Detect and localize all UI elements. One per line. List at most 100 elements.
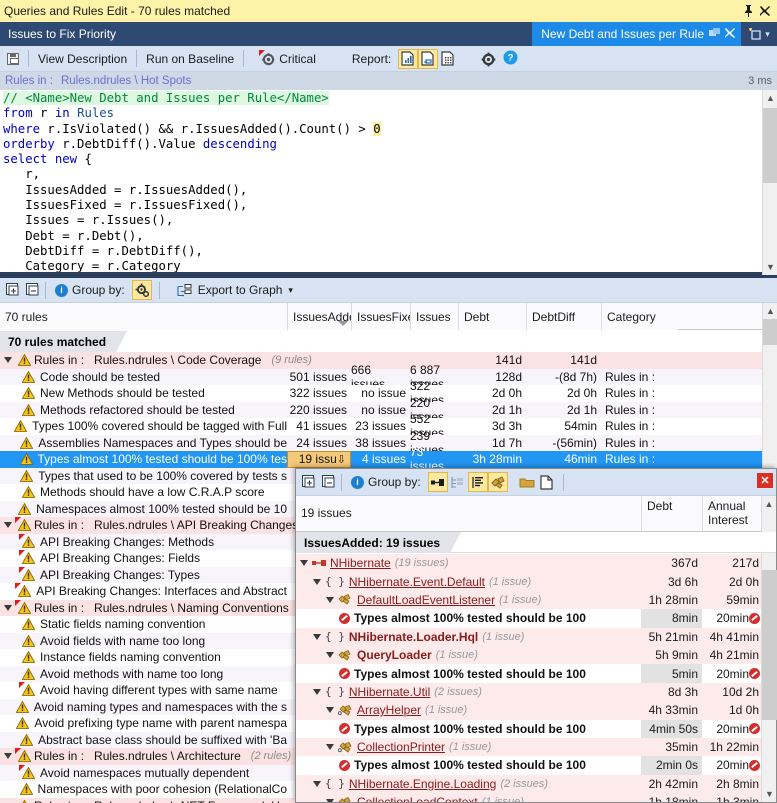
- tab-new-debt-and-issues-per-rule[interactable]: New Debt and Issues per Rule: [532, 22, 741, 46]
- run-on-baseline-button[interactable]: Run on Baseline: [139, 48, 241, 70]
- expander-icon[interactable]: [326, 799, 334, 802]
- issues-tree-row[interactable]: { }NHibernate.Loader.Hql(1 issue)5h 21mi…: [296, 628, 761, 646]
- close-icon[interactable]: ✕: [757, 473, 773, 488]
- scrollbar-thumb[interactable]: [763, 108, 777, 183]
- issue-name[interactable]: NHibernate.Loader.Hql: [349, 630, 478, 644]
- scroll-down-icon[interactable]: ▼: [763, 259, 777, 275]
- view-description-button[interactable]: View Description: [31, 48, 134, 70]
- tab-issues-to-fix-priority[interactable]: Issues to Fix Priority: [0, 22, 124, 46]
- chevron-down-icon[interactable]: ▾: [288, 285, 293, 296]
- new-tab-group-button[interactable]: ▾: [741, 22, 777, 46]
- breadcrumb-path[interactable]: Rules.ndrules \ Hot Spots: [53, 75, 191, 87]
- expander-icon[interactable]: [313, 579, 321, 585]
- issues-tree-row[interactable]: NHibernate(19 issues)367d217d: [296, 554, 761, 572]
- expander-icon[interactable]: [313, 689, 321, 695]
- breadcrumb-prefix[interactable]: Rules in :: [5, 75, 53, 87]
- issues-tree-row[interactable]: QueryLoader(1 issue)5h 9min4h 21min: [296, 646, 761, 664]
- group-by-method-icon[interactable]: [488, 472, 508, 492]
- expander-icon[interactable]: [326, 707, 334, 713]
- scrollbar-thumb[interactable]: [763, 319, 777, 345]
- issues-tree-row[interactable]: CollectionLoadContext(1 issue)1h 18min1h…: [296, 793, 761, 802]
- expander-icon[interactable]: [4, 357, 12, 363]
- help-button[interactable]: ?: [501, 48, 525, 70]
- group-by-type-icon[interactable]: [468, 472, 488, 492]
- close-icon[interactable]: [757, 3, 773, 19]
- rule-row[interactable]: New Methods should be tested322 issuesno…: [0, 385, 762, 402]
- issues-col-header-annual[interactable]: Annual Interest: [702, 496, 763, 532]
- issues-col-header-debt[interactable]: Debt: [641, 496, 702, 532]
- code-text[interactable]: // <Name>New Debt and Issues per Rule</N…: [0, 90, 777, 275]
- scrollbar-thumb[interactable]: [762, 570, 777, 720]
- issues-col-header-count[interactable]: 19 issues: [296, 496, 641, 532]
- issues-tree-row[interactable]: CollectionPrinter(1 issue)35min1h 22min: [296, 738, 761, 756]
- rule-row[interactable]: Code should be tested501 issues666 issue…: [0, 369, 762, 386]
- export-to-graph-button[interactable]: Export to Graph ▾: [170, 279, 300, 301]
- expander-icon[interactable]: [313, 781, 321, 787]
- issues-tree-row[interactable]: { }NHibernate.Util(2 issues)8d 3h10d 2h: [296, 683, 761, 701]
- issue-name[interactable]: CollectionLoadContext: [357, 795, 478, 802]
- settings-button[interactable]: [474, 48, 501, 70]
- group-by-assembly-icon[interactable]: [428, 472, 448, 492]
- chevron-down-icon[interactable]: ▾: [765, 29, 770, 40]
- issue-row[interactable]: Types almost 100% tested should be 1002m…: [296, 756, 761, 774]
- critical-button[interactable]: Critical: [254, 48, 323, 70]
- expander-icon[interactable]: [300, 560, 308, 566]
- issue-row[interactable]: Types almost 100% tested should be 1005m…: [296, 664, 761, 682]
- rule-row[interactable]: Assemblies Namespaces and Types should b…: [0, 435, 762, 452]
- editor-scrollbar[interactable]: ▲ ▼: [762, 90, 777, 275]
- save-button[interactable]: [0, 48, 26, 70]
- grid-col-header-issues[interactable]: Issues: [410, 303, 458, 330]
- tab-close-icon[interactable]: [725, 28, 735, 41]
- pin-icon[interactable]: [741, 3, 757, 19]
- scroll-down-icon[interactable]: ▼: [762, 786, 777, 802]
- issue-row[interactable]: Types almost 100% tested should be 1004m…: [296, 720, 761, 738]
- grid-col-header-debt[interactable]: Debt: [458, 303, 526, 330]
- expander-icon[interactable]: [326, 744, 334, 750]
- issue-name[interactable]: CollectionPrinter: [357, 740, 445, 754]
- issues-tree-row[interactable]: ArrayHelper(1 issue)4h 33min1d 0h: [296, 701, 761, 719]
- code-editor[interactable]: // <Name>New Debt and Issues per Rule</N…: [0, 90, 777, 275]
- grid-col-header-category[interactable]: Category: [601, 303, 678, 330]
- expander-icon[interactable]: [4, 605, 12, 611]
- issues-tree-row[interactable]: DefaultLoadEventListener(1 issue)1h 28mi…: [296, 591, 761, 609]
- issue-name[interactable]: ArrayHelper: [357, 703, 421, 717]
- grid-col-header-issuesadded[interactable]: IssuesAdded: [287, 303, 351, 330]
- report-chart-icon[interactable]: [398, 49, 418, 69]
- scroll-up-icon[interactable]: ▲: [763, 90, 777, 106]
- rule-row[interactable]: Methods refactored should be tested220 i…: [0, 402, 762, 419]
- issue-name[interactable]: QueryLoader: [357, 648, 432, 662]
- expander-icon[interactable]: [313, 634, 321, 640]
- issues-tree-row[interactable]: { }NHibernate.Engine.Loading(2 issues)2h…: [296, 775, 761, 793]
- grid-col-header-debtdiff[interactable]: DebtDiff: [526, 303, 601, 330]
- issue-row[interactable]: Types almost 100% tested should be 1008m…: [296, 609, 761, 627]
- issues-tree-row[interactable]: { }NHibernate.Event.Default(1 issue)3d 6…: [296, 572, 761, 590]
- issues-scrollbar[interactable]: ▼: [761, 554, 776, 802]
- undock-icon[interactable]: [709, 28, 720, 41]
- rule-row[interactable]: Types 100% covered should be tagged with…: [0, 418, 762, 435]
- issue-name[interactable]: DefaultLoadEventListener: [357, 593, 495, 607]
- folder-icon[interactable]: [517, 472, 537, 492]
- expander-icon[interactable]: [4, 753, 12, 759]
- issue-name[interactable]: NHibernate: [330, 556, 391, 570]
- collapse-all-icon[interactable]: [23, 280, 43, 300]
- info-icon[interactable]: i: [55, 284, 68, 297]
- report-grid-icon[interactable]: [438, 49, 458, 69]
- expand-all-icon[interactable]: [3, 280, 23, 300]
- grid-col-header-issuesfixed[interactable]: IssuesFixed: [351, 303, 410, 330]
- issue-name[interactable]: NHibernate.Util: [349, 685, 430, 699]
- grid-col-header-count[interactable]: 70 rules: [0, 303, 287, 330]
- group-by-gear-icon[interactable]: [132, 280, 152, 300]
- issue-name[interactable]: NHibernate.Engine.Loading: [349, 777, 496, 791]
- file-icon[interactable]: [537, 472, 557, 492]
- expander-icon[interactable]: [326, 597, 334, 603]
- report-export-icon[interactable]: [418, 49, 438, 69]
- expander-icon[interactable]: [326, 652, 334, 658]
- expand-all-icon[interactable]: [299, 472, 319, 492]
- info-icon[interactable]: i: [351, 476, 364, 489]
- group-by-namespace-icon[interactable]: [448, 472, 468, 492]
- scroll-up-icon[interactable]: ▲: [763, 303, 777, 319]
- issue-name[interactable]: NHibernate.Event.Default: [349, 575, 485, 589]
- collapse-all-icon[interactable]: [319, 472, 339, 492]
- rule-row[interactable]: Types almost 100% tested should be 100% …: [0, 451, 762, 468]
- expander-icon[interactable]: [4, 522, 12, 528]
